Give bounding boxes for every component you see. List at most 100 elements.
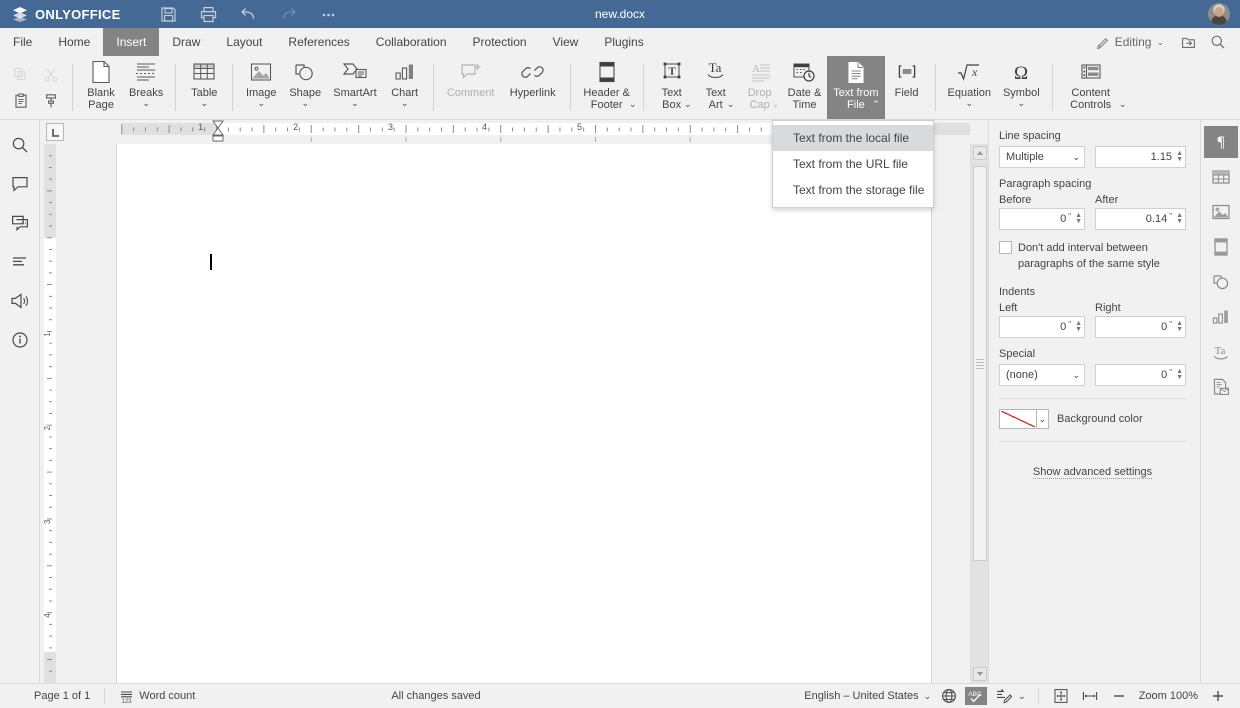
- panel-text-art-settings[interactable]: Ta: [1204, 336, 1238, 368]
- panel-header-footer-settings[interactable]: [1204, 231, 1238, 263]
- chart-button[interactable]: Chart ⌄: [383, 56, 427, 119]
- word-count-button[interactable]: 123 Word count: [113, 686, 201, 707]
- editing-mode-button[interactable]: Editing ⌄: [1088, 31, 1172, 53]
- no-interval-checkbox[interactable]: [999, 241, 1012, 254]
- tab-stop-selector[interactable]: [46, 123, 64, 141]
- stepper-arrows[interactable]: ▲▼: [1075, 213, 1082, 225]
- sidebar-item-feedback[interactable]: [4, 286, 36, 316]
- set-language-button[interactable]: [937, 686, 961, 707]
- search-button[interactable]: [1204, 30, 1232, 54]
- spacing-after-stepper[interactable]: 0.14 " ▲▼: [1095, 208, 1186, 230]
- special-indent-amount-stepper[interactable]: 0 " ▲▼: [1095, 364, 1186, 386]
- vertical-ruler[interactable]: 1 2 3 4: [40, 144, 58, 683]
- open-file-location-button[interactable]: [1174, 30, 1202, 54]
- stepper-arrows[interactable]: ▲▼: [1176, 213, 1183, 225]
- document-language-button[interactable]: English – United States ⌄: [798, 686, 937, 707]
- avatar[interactable]: [1208, 3, 1230, 25]
- background-color-dropdown[interactable]: ⌄: [1037, 409, 1049, 429]
- vertical-scrollbar[interactable]: [970, 144, 988, 683]
- smartart-button[interactable]: SmartArt ⌄: [327, 56, 382, 119]
- scroll-down-arrow[interactable]: [973, 667, 987, 681]
- menu-item-local-file[interactable]: Text from the local file: [773, 125, 933, 151]
- tab-layout[interactable]: Layout: [213, 28, 275, 56]
- field-button[interactable]: Field: [885, 56, 929, 119]
- document-scroll-area[interactable]: [58, 144, 970, 683]
- fit-to-width-button[interactable]: [1075, 686, 1105, 707]
- zoom-in-button[interactable]: [1204, 686, 1232, 707]
- drop-cap-button[interactable]: A Drop Cap ⌄: [738, 56, 782, 119]
- image-button[interactable]: Image ⌄: [239, 56, 283, 119]
- sidebar-item-navigation[interactable]: [4, 247, 36, 277]
- text-from-file-button[interactable]: Text from File ⌃: [827, 56, 884, 119]
- sidebar-item-about[interactable]: [4, 325, 36, 355]
- special-indent-select[interactable]: (none) ⌄: [999, 364, 1085, 386]
- tab-references[interactable]: References: [275, 28, 362, 56]
- print-button[interactable]: [189, 0, 229, 28]
- spacing-before-stepper[interactable]: 0 " ▲▼: [999, 208, 1085, 230]
- panel-chart-settings[interactable]: [1204, 301, 1238, 333]
- indent-right-unit: ": [1169, 320, 1172, 329]
- panel-mail-merge-settings[interactable]: [1204, 371, 1238, 403]
- line-spacing-value-stepper[interactable]: 1.15 ▲▼: [1095, 146, 1186, 168]
- panel-shape-settings[interactable]: [1204, 266, 1238, 298]
- blank-page-button[interactable]: Blank Page: [79, 56, 123, 119]
- header-footer-button[interactable]: Header & Footer ⌄: [577, 56, 637, 119]
- paste-button[interactable]: [6, 88, 36, 114]
- no-interval-option[interactable]: Don't add interval between paragraphs of…: [999, 240, 1186, 272]
- fit-to-page-button[interactable]: [1047, 686, 1075, 707]
- tab-collaboration[interactable]: Collaboration: [363, 28, 460, 56]
- spell-checking-button[interactable]: ABC: [965, 687, 987, 705]
- tab-home[interactable]: Home: [45, 28, 103, 56]
- stepper-arrows[interactable]: ▲▼: [1176, 151, 1183, 163]
- panel-table-settings[interactable]: [1204, 161, 1238, 193]
- copy-button[interactable]: [6, 62, 36, 88]
- tab-view[interactable]: View: [540, 28, 592, 56]
- tab-file[interactable]: File: [0, 28, 45, 56]
- shape-button[interactable]: Shape ⌄: [283, 56, 327, 119]
- stepper-arrows[interactable]: ▲▼: [1176, 321, 1183, 333]
- more-button[interactable]: [309, 0, 349, 28]
- left-indent-marker[interactable]: [212, 135, 224, 142]
- tab-plugins[interactable]: Plugins: [591, 28, 656, 56]
- format-painter-button[interactable]: [36, 88, 66, 114]
- panel-image-settings[interactable]: [1204, 196, 1238, 228]
- brand: ONLYOFFICE: [0, 6, 121, 22]
- undo-button[interactable]: [229, 0, 269, 28]
- tab-draw[interactable]: Draw: [159, 28, 213, 56]
- sidebar-item-search[interactable]: [4, 130, 36, 160]
- menu-item-storage-file[interactable]: Text from the storage file: [773, 177, 933, 203]
- indent-left-stepper[interactable]: 0 " ▲▼: [999, 316, 1085, 338]
- tab-insert[interactable]: Insert: [103, 28, 159, 56]
- text-box-button[interactable]: T Text Box ⌄: [650, 56, 694, 119]
- content-controls-button[interactable]: Content Controls ⌄: [1059, 56, 1123, 119]
- sidebar-item-chat[interactable]: [4, 208, 36, 238]
- stepper-arrows[interactable]: ▲▼: [1075, 321, 1082, 333]
- equation-button[interactable]: x Equation ⌄: [942, 56, 997, 119]
- zoom-out-button[interactable]: [1105, 686, 1133, 707]
- indent-right-stepper[interactable]: 0 " ▲▼: [1095, 316, 1186, 338]
- table-button[interactable]: Table ⌄: [182, 56, 226, 119]
- onlyoffice-document-editor: ONLYOFFICE new.docx File Home Insert: [0, 0, 1240, 708]
- date-time-button[interactable]: Date & Time: [782, 56, 828, 119]
- scrollbar-thumb[interactable]: [973, 166, 987, 561]
- menu-item-url-file[interactable]: Text from the URL file: [773, 151, 933, 177]
- comment-button[interactable]: Comment: [440, 56, 502, 119]
- text-art-button[interactable]: Ta Text Art ⌄: [694, 56, 738, 119]
- redo-button[interactable]: [269, 0, 309, 28]
- hyperlink-button[interactable]: Hyperlink: [502, 56, 564, 119]
- cut-button[interactable]: [36, 62, 66, 88]
- track-changes-button[interactable]: ⌄: [991, 686, 1030, 707]
- save-button[interactable]: [149, 0, 189, 28]
- zoom-level-label[interactable]: Zoom 100%: [1133, 686, 1204, 707]
- sidebar-item-comments[interactable]: [4, 169, 36, 199]
- tab-protection[interactable]: Protection: [460, 28, 540, 56]
- breaks-button[interactable]: Breaks ⌄: [123, 56, 169, 119]
- panel-paragraph-settings[interactable]: ¶: [1204, 126, 1238, 158]
- background-color-swatch[interactable]: [999, 409, 1037, 429]
- symbol-button[interactable]: Ω Symbol ⌄: [997, 56, 1046, 119]
- document-page[interactable]: [116, 144, 932, 683]
- scroll-up-arrow[interactable]: [973, 146, 987, 160]
- line-spacing-mode-select[interactable]: Multiple ⌄: [999, 146, 1085, 168]
- stepper-arrows[interactable]: ▲▼: [1176, 369, 1183, 381]
- show-advanced-settings-link[interactable]: Show advanced settings: [1033, 466, 1152, 479]
